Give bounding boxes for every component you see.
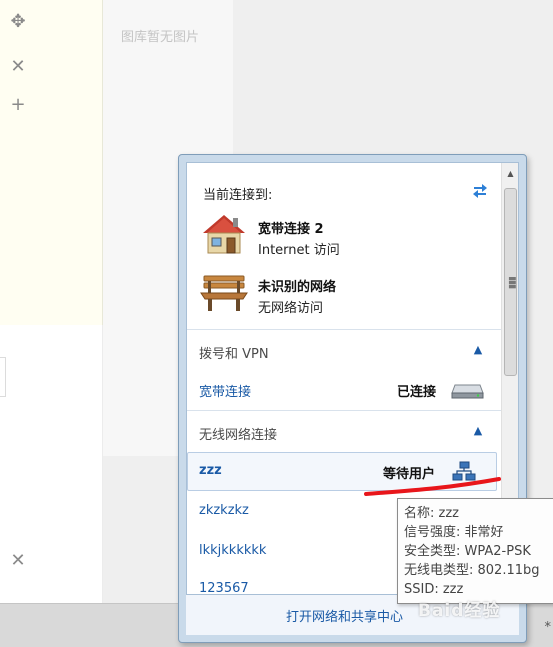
modem-icon: [451, 384, 484, 399]
tooltip-line: 名称: zzz: [404, 506, 459, 521]
wireless-network-name[interactable]: 123567: [199, 581, 249, 594]
red-annotation-mark: [364, 477, 501, 496]
bench-icon: [200, 275, 248, 311]
close-icon[interactable]: ✕: [8, 57, 28, 77]
current-connection-header: 当前连接到:: [203, 188, 273, 203]
taskbar-asterisk-icon: *: [544, 620, 552, 635]
collapse-chevron-icon[interactable]: ▲: [470, 343, 486, 356]
scroll-up-icon[interactable]: ▲: [502, 165, 518, 182]
wireless-network-name[interactable]: lkkjkkkkkk: [199, 543, 266, 558]
dialup-section-title[interactable]: 拨号和 VPN: [199, 343, 269, 362]
connection-status: Internet 访问: [258, 243, 340, 258]
tooltip-line: 安全类型: WPA2-PSK: [404, 544, 531, 559]
section-divider: [187, 410, 503, 411]
gallery-empty-text: 图库暂无图片: [121, 30, 200, 45]
tooltip-line: 无线电类型: 802.11bg: [404, 563, 540, 578]
scrollbar-grip-icon: ▬ ▬ ▬: [508, 274, 517, 292]
left-toolbar-panel: [0, 0, 103, 325]
wireless-network-name[interactable]: zzz: [199, 463, 222, 478]
house-icon: [203, 215, 245, 254]
open-network-center-link[interactable]: 打开网络和共享中心: [286, 606, 403, 625]
scrollbar-thumb[interactable]: ▬ ▬ ▬: [504, 188, 517, 376]
collapse-chevron-icon[interactable]: ▲: [470, 424, 486, 437]
baidu-watermark: Baid经验: [418, 601, 501, 621]
dialup-item-status: 已连接: [397, 385, 437, 400]
close-icon[interactable]: ✕: [8, 551, 28, 571]
wireless-section-title[interactable]: 无线网络连接: [199, 424, 277, 443]
plus-icon[interactable]: +: [8, 95, 28, 115]
section-divider: [187, 329, 503, 330]
move-icon[interactable]: ✥: [8, 12, 28, 32]
connection-status: 无网络访问: [258, 301, 324, 316]
wireless-network-name[interactable]: zkzkzkz: [199, 503, 249, 518]
text-input-stub[interactable]: [0, 357, 6, 397]
tooltip-line: 信号强度: 非常好: [404, 525, 504, 540]
connection-name: 未识别的网络: [258, 280, 337, 295]
dialup-item-name[interactable]: 宽带连接: [199, 381, 251, 400]
connection-name: 宽带连接 2: [258, 222, 324, 237]
refresh-icon[interactable]: [470, 181, 490, 199]
network-details-tooltip: 名称: zzz 信号强度: 非常好 安全类型: WPA2-PSK 无线电类型: …: [397, 498, 553, 604]
